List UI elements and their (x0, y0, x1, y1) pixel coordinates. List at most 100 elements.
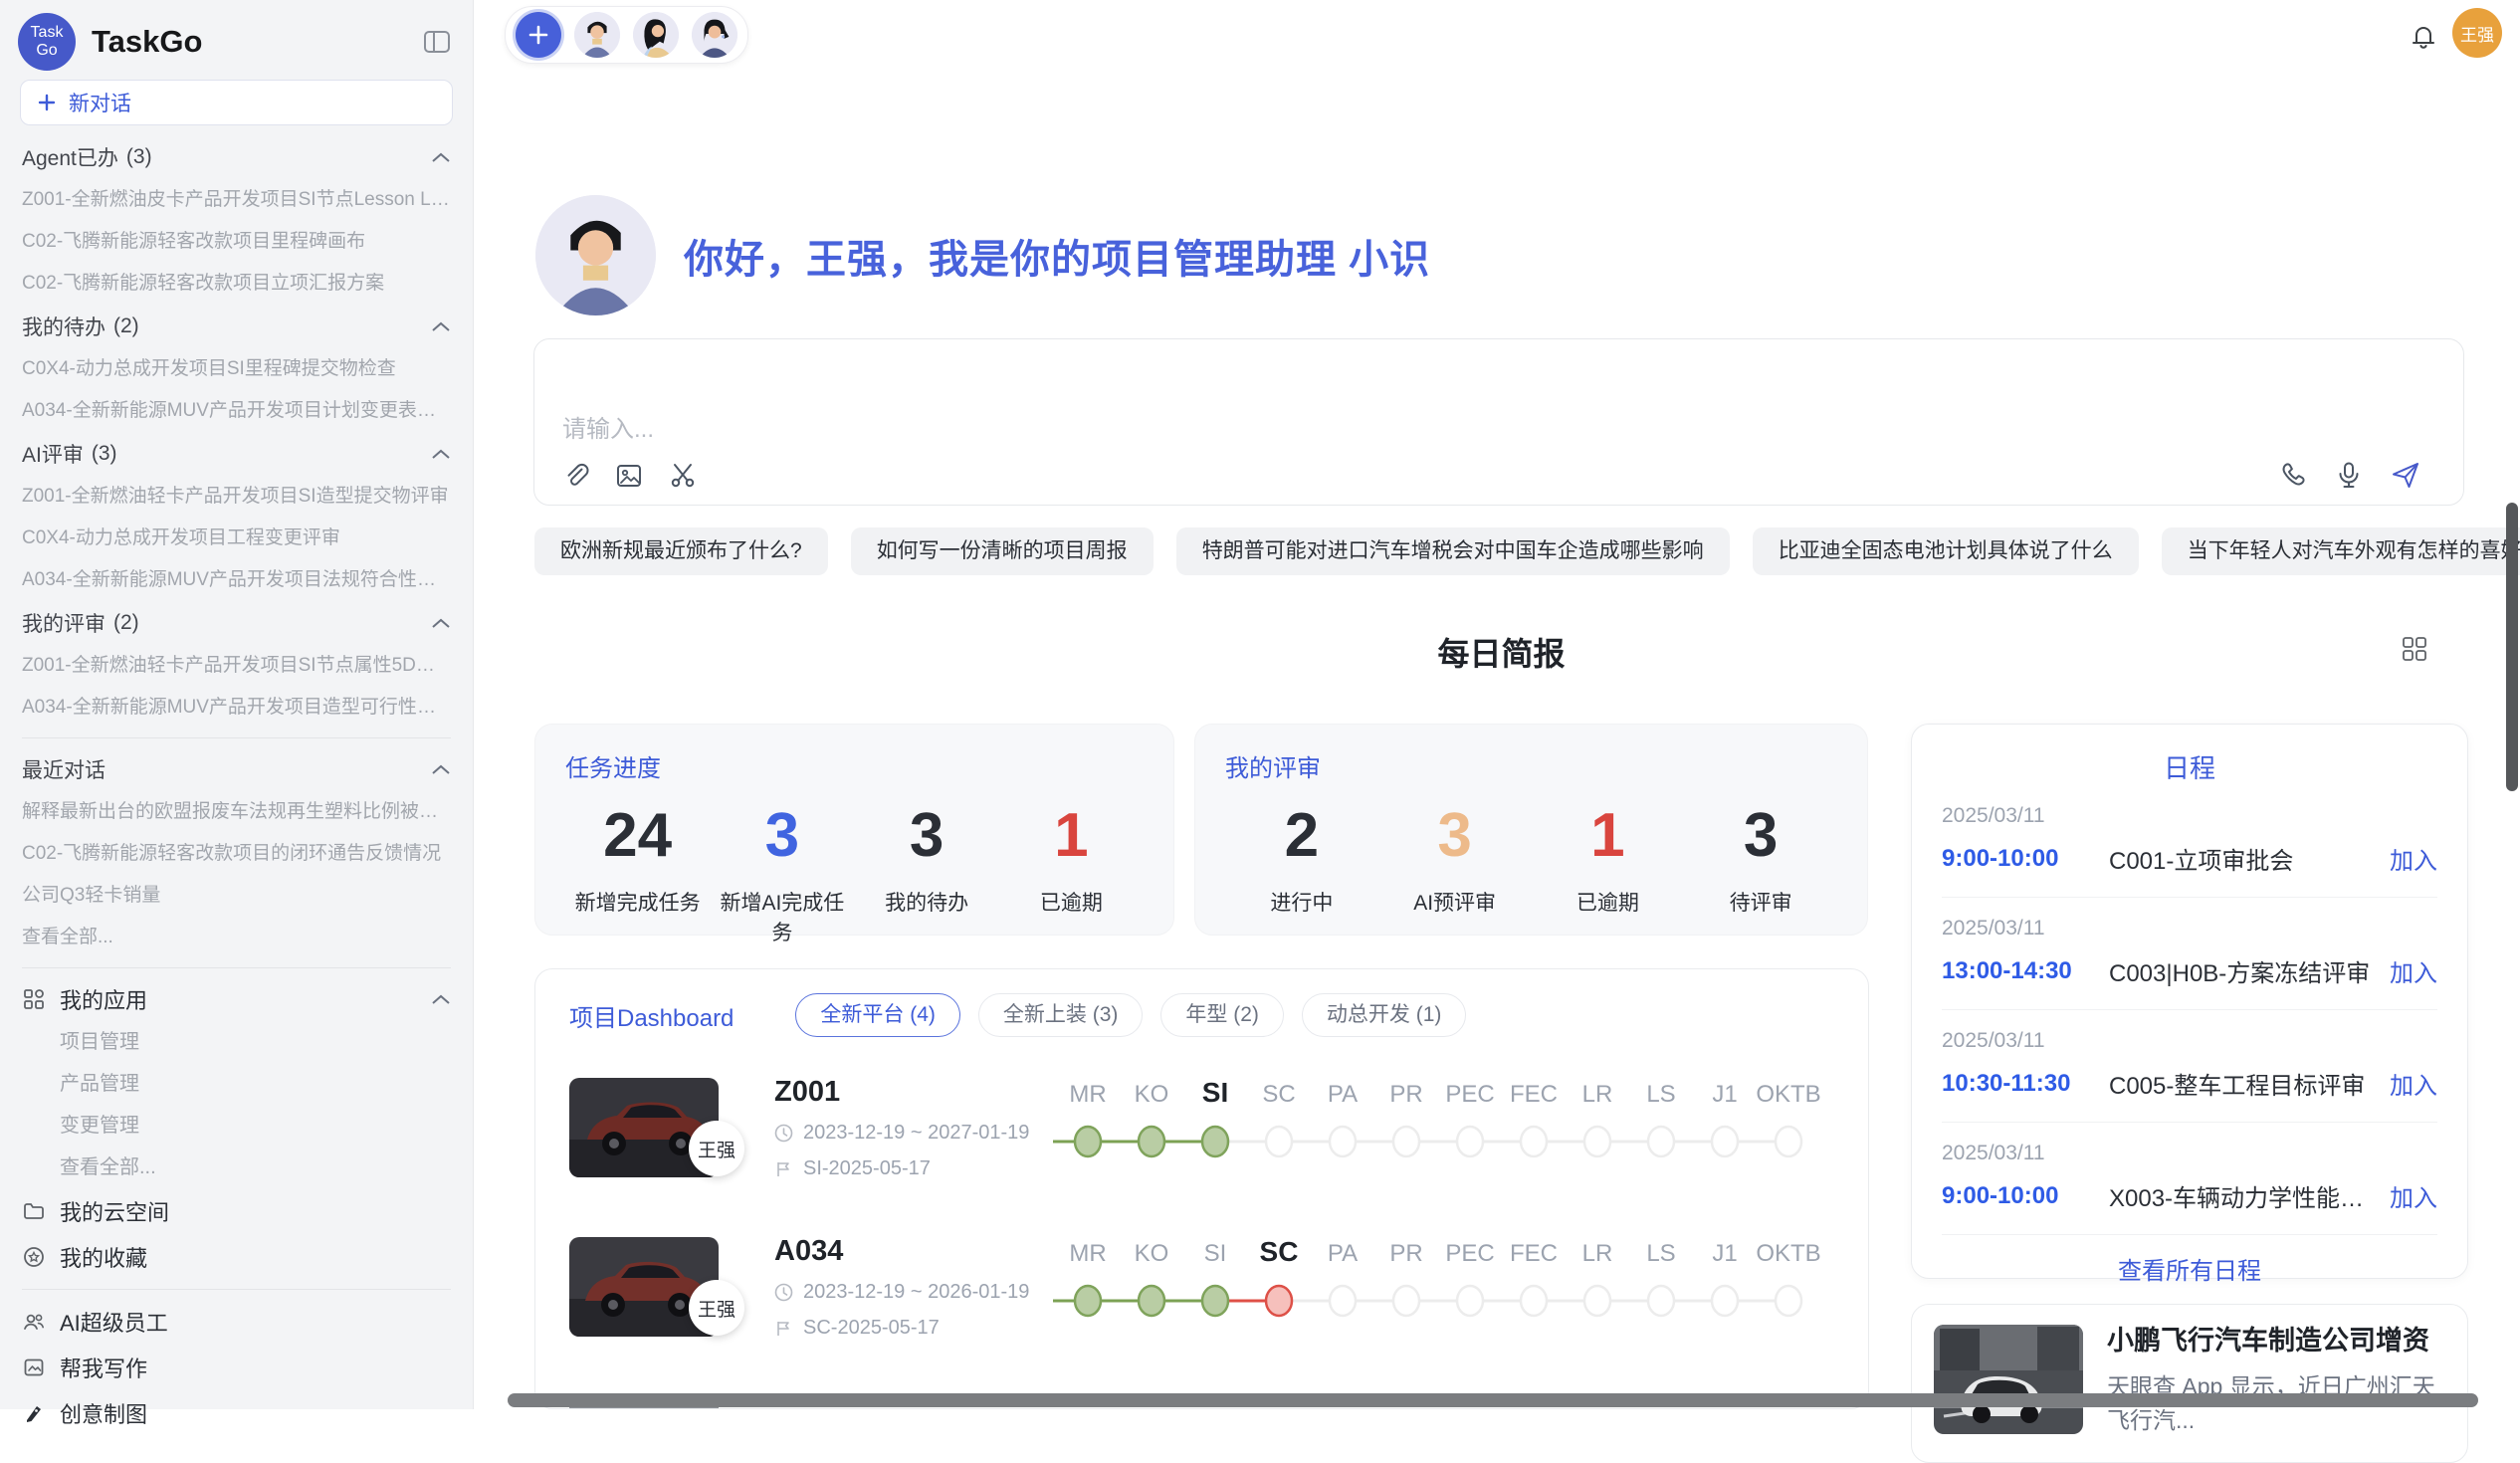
tab-new-body[interactable]: 全新上装 (3) (978, 993, 1144, 1037)
news-card[interactable]: 小鹏飞行汽车制造公司增资 天眼查 App 显示，近日广州汇天飞行汽... (1911, 1304, 2468, 1463)
add-assistant-button[interactable] (516, 12, 561, 58)
sidebar-item[interactable]: C02-飞腾新能源轻客改款项目里程碑画布 (22, 221, 451, 263)
assistant-avatar-3[interactable] (692, 12, 737, 58)
section-title: 我的待办 (22, 312, 105, 341)
user-avatar[interactable]: 王强 (2452, 8, 2502, 58)
svg-text:SI: SI (1204, 1240, 1227, 1267)
join-link[interactable]: 加入 (2390, 953, 2437, 988)
suggestion-chip[interactable]: 如何写一份清晰的项目周报 (851, 527, 1154, 575)
sidebar-item[interactable]: A034-全新新能源MUV产品开发项目计划变更表编写 (22, 390, 451, 432)
section-ai-review[interactable]: AI评审 (3) (22, 432, 451, 476)
voice-call-icon[interactable] (2278, 460, 2308, 490)
chevron-up-icon (431, 763, 451, 775)
svg-text:PR: PR (1389, 1081, 1422, 1108)
sidebar-item[interactable]: A034-全新新能源MUV产品开发项目造型可行性评审 (22, 687, 451, 729)
section-recent-chats[interactable]: 最近对话 (22, 747, 451, 791)
stat-value: 1 (1532, 805, 1685, 867)
join-link[interactable]: 加入 (2390, 1178, 2437, 1213)
briefing-layout-icon[interactable] (2401, 635, 2428, 668)
schedule-time: 9:00-10:00 (1942, 845, 2099, 873)
date-range-text: 2023-12-19 ~ 2026-01-19 (803, 1281, 1029, 1304)
folder-icon (22, 1199, 46, 1223)
suggestion-chip[interactable]: 特朗普可能对进口汽车增税会对中国车企造成哪些影响 (1176, 527, 1730, 575)
recent-chat-item[interactable]: 公司Q3轻卡销量 (22, 875, 451, 917)
sidebar-item-favorites[interactable]: 我的收藏 (22, 1234, 451, 1280)
horizontal-scrollbar[interactable] (508, 1393, 2478, 1407)
vertical-scrollbar[interactable] (2506, 503, 2518, 791)
app-item-change-mgmt[interactable]: 变更管理 (22, 1105, 451, 1147)
join-link[interactable]: 加入 (2390, 1066, 2437, 1101)
notifications-bell-icon[interactable] (2409, 20, 2438, 57)
send-icon[interactable] (2390, 459, 2421, 491)
stat-in-progress: 2 进行中 (1225, 805, 1378, 917)
sidebar-header: Task Go TaskGo (0, 0, 473, 76)
chat-input-box[interactable]: 请输入... (533, 338, 2464, 506)
image-upload-icon[interactable] (614, 461, 644, 491)
dashboard-tabs: 全新平台 (4) 全新上装 (3) 年型 (2) 动总开发 (1) (795, 993, 1466, 1037)
project-date-range: 2023-12-19 ~ 2026-01-19 (774, 1281, 1043, 1304)
sidebar-list: Agent已办 (3) Z001-全新燃油皮卡产品开发项目SI节点Lesson … (0, 133, 473, 1436)
section-my-todo[interactable]: 我的待办 (2) (22, 305, 451, 348)
suggestion-chip[interactable]: 当下年轻人对汽车外观有怎样的喜好趋势 (2162, 527, 2520, 575)
schedule-time: 9:00-10:00 (1942, 1182, 2099, 1210)
collapse-sidebar-icon[interactable] (423, 29, 451, 55)
clock-icon (774, 1124, 793, 1143)
screenshot-scissors-icon[interactable] (668, 461, 698, 491)
suggestion-chip[interactable]: 比亚迪全固态电池计划具体说了什么 (1753, 527, 2139, 575)
logo-text-2: Go (36, 42, 57, 60)
sidebar-item-creative-draw[interactable]: 创意制图 (22, 1390, 451, 1436)
svg-text:KO: KO (1135, 1081, 1169, 1108)
section-title: 我的应用 (60, 983, 147, 1015)
sidebar-item[interactable]: C0X4-动力总成开发项目SI里程碑提交物检查 (22, 348, 451, 390)
people-icon (22, 1310, 46, 1334)
new-chat-button[interactable]: 新对话 (20, 80, 453, 125)
chevron-up-icon (431, 993, 451, 1005)
app-item-project-mgmt[interactable]: 项目管理 (22, 1021, 451, 1063)
section-my-review[interactable]: 我的评审 (2) (22, 601, 451, 645)
sidebar-item[interactable]: Z001-全新燃油轻卡产品开发项目SI节点属性5D文件评审 (22, 645, 451, 687)
assistant-avatar-2[interactable] (633, 12, 679, 58)
section-my-apps[interactable]: 我的应用 (22, 977, 451, 1021)
attachment-icon[interactable] (560, 461, 590, 491)
tab-year-model[interactable]: 年型 (2) (1160, 993, 1284, 1037)
svg-text:PEC: PEC (1445, 1081, 1494, 1108)
schedule-date: 2025/03/11 (1942, 804, 2437, 828)
microphone-icon[interactable] (2334, 460, 2364, 490)
stat-ai-done: 3 新增AI完成任务 (710, 805, 854, 946)
assistant-avatar-1[interactable] (574, 12, 620, 58)
assistant-avatar-large (535, 195, 656, 315)
pen-nib-icon (22, 1401, 46, 1425)
app-item-product-mgmt[interactable]: 产品管理 (22, 1063, 451, 1105)
dashboard-header: 项目Dashboard 全新平台 (4) 全新上装 (3) 年型 (2) 动总开… (569, 993, 1834, 1037)
project-row-z001[interactable]: 王强 Z001 2023-12-19 ~ 2027-01-19 SI-2025-… (569, 1059, 1834, 1196)
schedule-date: 2025/03/11 (1942, 917, 2437, 940)
app-item-view-all[interactable]: 查看全部... (22, 1147, 451, 1188)
chevron-up-icon (431, 320, 451, 332)
recent-chat-view-all[interactable]: 查看全部... (22, 917, 451, 958)
stat-row: 2 进行中 3 AI预评审 1 已逾期 3 待评审 (1225, 805, 1837, 917)
project-row-a034[interactable]: 王强 A034 2023-12-19 ~ 2026-01-19 SC-2025-… (569, 1218, 1834, 1356)
stat-row: 24 新增完成任务 3 新增AI完成任务 3 我的待办 1 已逾期 (565, 805, 1144, 946)
tab-powertrain[interactable]: 动总开发 (1) (1302, 993, 1467, 1037)
sidebar-item[interactable]: Z001-全新燃油皮卡产品开发项目SI节点Lesson Learn报告 (22, 179, 451, 221)
view-all-schedule-link[interactable]: 查看所有日程 (1942, 1235, 2437, 1302)
section-agent-done[interactable]: Agent已办 (3) (22, 135, 451, 179)
recent-chat-item[interactable]: 解释最新出台的欧盟报废车法规再生塑料比例被调至15%... (22, 791, 451, 833)
chevron-up-icon (431, 617, 451, 629)
sidebar-item[interactable]: C02-飞腾新能源轻客改款项目立项汇报方案 (22, 263, 451, 305)
join-link[interactable]: 加入 (2390, 841, 2437, 876)
recent-chat-item[interactable]: C02-飞腾新能源轻客改款项目的闭环通告反馈情况 (22, 833, 451, 875)
sidebar-item-cloud-space[interactable]: 我的云空间 (22, 1188, 451, 1234)
sidebar-item-ai-employee[interactable]: AI超级员工 (22, 1299, 451, 1345)
sidebar-item-help-write[interactable]: 帮我写作 (22, 1345, 451, 1390)
stat-value: 24 (565, 805, 710, 867)
flag-icon (774, 1159, 793, 1178)
tab-new-platform[interactable]: 全新平台 (4) (795, 993, 960, 1037)
sidebar-item[interactable]: A034-全新新能源MUV产品开发项目法规符合性评审 (22, 559, 451, 601)
plus-icon (526, 23, 550, 47)
sidebar-item[interactable]: Z001-全新燃油轻卡产品开发项目SI造型提交物评审 (22, 476, 451, 518)
project-owner-badge: 王强 (689, 1280, 744, 1336)
suggestion-chip[interactable]: 欧洲新规最近颁布了什么? (534, 527, 828, 575)
svg-text:SC: SC (1262, 1081, 1295, 1108)
sidebar-item[interactable]: C0X4-动力总成开发项目工程变更评审 (22, 518, 451, 559)
